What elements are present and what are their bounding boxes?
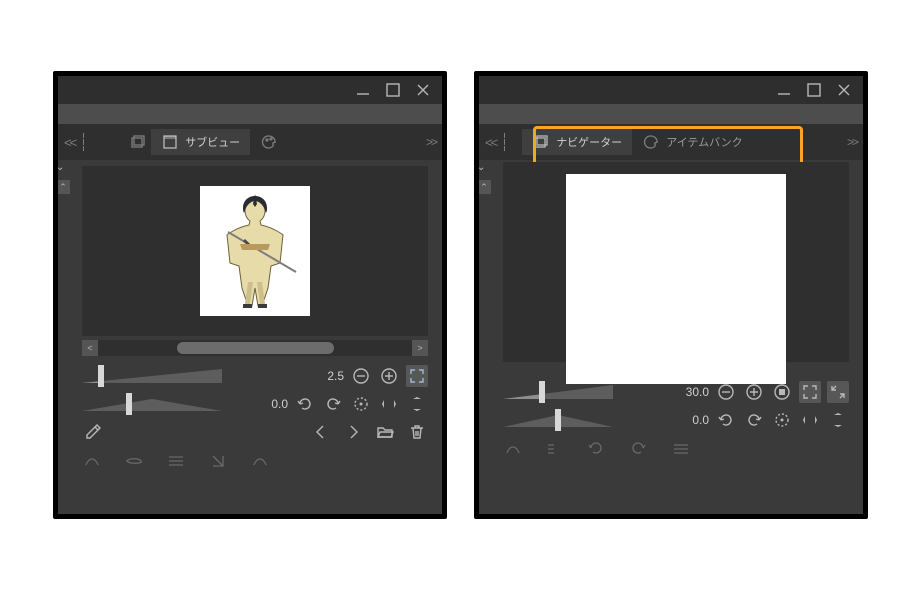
rotate-ccw-button[interactable] bbox=[715, 409, 737, 431]
scroll-right-icon[interactable]: > bbox=[412, 340, 428, 356]
eyedropper-button[interactable] bbox=[82, 421, 104, 443]
next-page-button[interactable] bbox=[342, 421, 364, 443]
preview-area bbox=[82, 166, 428, 336]
grip-icon[interactable] bbox=[83, 133, 89, 151]
character-artwork bbox=[200, 186, 310, 316]
open-folder-button[interactable] bbox=[374, 421, 396, 443]
rotate-row: 0.0 bbox=[82, 390, 428, 418]
itembank-icon bbox=[642, 133, 660, 151]
rotate-slider[interactable] bbox=[503, 411, 613, 429]
fit-all-button[interactable] bbox=[771, 381, 793, 403]
collapse-chevron-icon[interactable]: ⌄ bbox=[56, 162, 64, 173]
flip-horizontal-button[interactable] bbox=[799, 409, 821, 431]
reset-rotation-button[interactable] bbox=[771, 409, 793, 431]
close-button[interactable] bbox=[412, 81, 434, 99]
grip-icon[interactable] bbox=[504, 133, 510, 151]
zoom-slider[interactable] bbox=[82, 367, 222, 385]
delete-button[interactable] bbox=[406, 421, 428, 443]
zoom-in-button[interactable] bbox=[378, 365, 400, 387]
stack-icon[interactable] bbox=[125, 129, 151, 155]
rotate-cw-button[interactable] bbox=[743, 409, 765, 431]
collapse-chevron-icon[interactable]: ⌄ bbox=[477, 162, 485, 173]
bottom-row-partial bbox=[82, 452, 428, 470]
rotate-cw-button[interactable] bbox=[322, 393, 344, 415]
rotate-slider-handle[interactable] bbox=[126, 393, 132, 415]
rotate-slider[interactable] bbox=[82, 395, 222, 413]
rotate-value: 0.0 bbox=[671, 413, 709, 427]
zoom-slider-handle[interactable] bbox=[539, 381, 545, 403]
titlebar bbox=[58, 76, 442, 104]
zoom-out-button[interactable] bbox=[350, 365, 372, 387]
close-button[interactable] bbox=[833, 81, 855, 99]
minimize-button[interactable] bbox=[773, 81, 795, 99]
zoom-value: 2.5 bbox=[306, 369, 344, 383]
zoom-in-button[interactable] bbox=[743, 381, 765, 403]
tabs: サブビュー bbox=[125, 129, 288, 155]
reset-rotation-button[interactable] bbox=[350, 393, 372, 415]
rotate-slider-handle[interactable] bbox=[555, 409, 561, 431]
tab-label: ナビゲーター bbox=[556, 134, 622, 150]
tab-navigator[interactable]: ナビゲーター bbox=[522, 129, 632, 155]
fit-screen-button[interactable] bbox=[799, 381, 821, 403]
maximize-button[interactable] bbox=[803, 81, 825, 99]
actual-size-button[interactable] bbox=[827, 381, 849, 403]
zoom-value: 30.0 bbox=[671, 385, 709, 399]
rotate-value: 0.0 bbox=[250, 397, 288, 411]
flip-vertical-button[interactable] bbox=[406, 393, 428, 415]
scroll-left-icon[interactable]: < bbox=[82, 340, 98, 356]
tab-scroll-left-icon[interactable]: << bbox=[64, 135, 75, 150]
horizontal-scrollbar[interactable]: < > bbox=[82, 340, 428, 356]
zoom-slider[interactable] bbox=[503, 383, 613, 401]
subview-panel: << サブビュー >> ⌄ bbox=[53, 71, 447, 519]
zoom-row: 2.5 bbox=[82, 362, 428, 390]
fit-screen-button[interactable] bbox=[406, 365, 428, 387]
subview-icon bbox=[161, 133, 179, 151]
scroll-thumb[interactable] bbox=[177, 342, 334, 354]
zoom-out-button[interactable] bbox=[715, 381, 737, 403]
tab-row: << サブビュー >> ⌄ bbox=[58, 124, 442, 160]
maximize-button[interactable] bbox=[382, 81, 404, 99]
rotate-row: 0.0 bbox=[503, 406, 849, 434]
scroll-track[interactable] bbox=[98, 340, 412, 356]
tab-row: << ナビゲーター アイテムバンク >> ⌄ ⌃ bbox=[479, 124, 863, 160]
tools-row bbox=[82, 418, 428, 446]
tab-itembank[interactable]: アイテムバンク bbox=[632, 129, 752, 155]
tab-scroll-left-icon[interactable]: << bbox=[485, 135, 496, 150]
controls: 30.0 0.0 bbox=[503, 378, 849, 434]
rotate-ccw-button[interactable] bbox=[294, 393, 316, 415]
flip-vertical-button[interactable] bbox=[827, 409, 849, 431]
tab-label: アイテムバンク bbox=[666, 134, 742, 150]
controls: 2.5 0.0 bbox=[82, 362, 428, 446]
tab-palette[interactable] bbox=[250, 129, 288, 155]
preview-area bbox=[503, 162, 849, 362]
canvas-thumbnail[interactable] bbox=[200, 186, 310, 316]
toolbar-strip bbox=[479, 104, 863, 124]
tab-scroll-right-icon[interactable]: >> bbox=[847, 135, 857, 149]
zoom-slider-handle[interactable] bbox=[98, 365, 104, 387]
prev-page-button[interactable] bbox=[310, 421, 332, 443]
palette-icon bbox=[260, 133, 278, 151]
tabs: ナビゲーター アイテムバンク bbox=[522, 129, 752, 155]
toolbar-strip bbox=[58, 104, 442, 124]
tab-label: サブビュー bbox=[185, 134, 240, 150]
minimize-button[interactable] bbox=[352, 81, 374, 99]
bottom-row-partial bbox=[503, 440, 849, 458]
tab-scroll-right-icon[interactable]: >> bbox=[426, 135, 436, 149]
canvas-thumbnail[interactable] bbox=[566, 174, 786, 384]
scroll-up-button[interactable]: ⌃ bbox=[56, 180, 70, 194]
navigator-icon bbox=[532, 133, 550, 151]
scroll-up-button[interactable]: ⌃ bbox=[477, 180, 491, 194]
tab-subview[interactable]: サブビュー bbox=[151, 129, 250, 155]
navigator-panel: << ナビゲーター アイテムバンク >> ⌄ ⌃ bbox=[474, 71, 868, 519]
titlebar bbox=[479, 76, 863, 104]
flip-horizontal-button[interactable] bbox=[378, 393, 400, 415]
